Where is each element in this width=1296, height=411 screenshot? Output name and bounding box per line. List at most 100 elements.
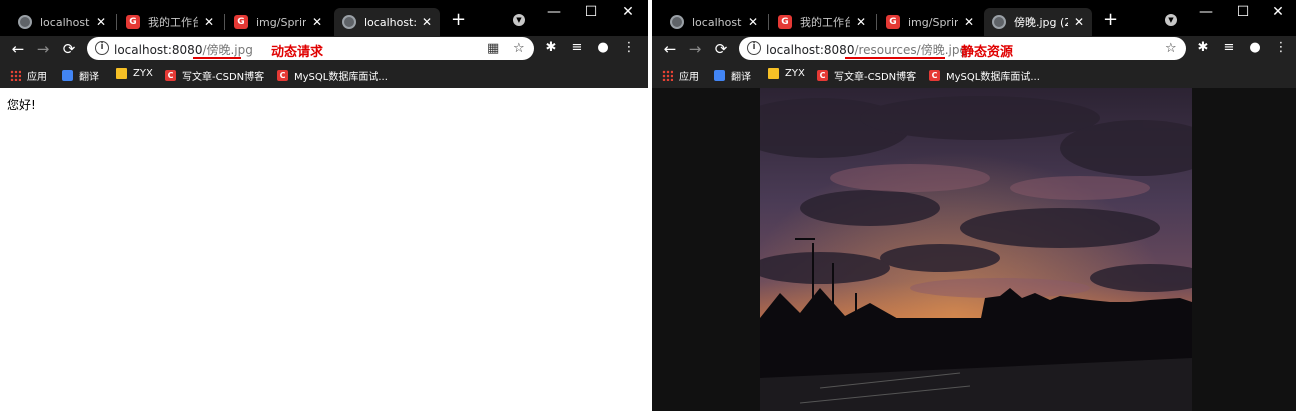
- close-tab-icon[interactable]: ✕: [204, 15, 214, 29]
- translate-icon: [714, 70, 725, 81]
- annotation-underline: [845, 57, 945, 59]
- url-path: /resources/傍晚.jpg: [854, 43, 968, 57]
- tab-title: 傍晚.jpg (21: [1014, 16, 1068, 29]
- bookmark-star-icon[interactable]: ☆: [513, 41, 525, 56]
- bookmark-zyx[interactable]: ZYX: [116, 68, 153, 79]
- bookmark-label: MySQL数据库面试...: [294, 72, 388, 83]
- tab-title: 我的工作台: [800, 16, 850, 29]
- globe-icon: [18, 15, 32, 29]
- profile-avatar-icon[interactable]: ●: [1246, 40, 1264, 55]
- tab-search-icon[interactable]: ▼: [513, 14, 525, 26]
- tab-title: localhost:8080: [692, 15, 742, 29]
- bookmarks-bar: 应用 翻译 ZYX C 写文章-CSDN博客 C MySQL数据库面试...: [652, 62, 1296, 88]
- close-tab-icon[interactable]: ✕: [1074, 15, 1084, 29]
- bookmark-label: ZYX: [133, 68, 153, 79]
- tab-title: localhost:8080: [364, 15, 416, 29]
- apps-icon: [662, 70, 673, 81]
- browser-window-right: localhost:8080 ✕ G 我的工作台 ✕ G img/Spring …: [652, 0, 1296, 411]
- bookmark-csdn-write[interactable]: C 写文章-CSDN博客: [817, 68, 916, 83]
- address-bar[interactable]: i localhost:8080/傍晚.jpg 动态请求 ▦ ☆: [87, 37, 534, 60]
- bookmark-zyx[interactable]: ZYX: [768, 68, 805, 79]
- url-host: localhost:8080: [766, 43, 855, 57]
- apps-icon: [10, 70, 21, 81]
- bookmark-label: MySQL数据库面试...: [946, 72, 1040, 83]
- globe-icon: [992, 15, 1006, 29]
- bookmark-mysql[interactable]: C MySQL数据库面试...: [929, 68, 1040, 83]
- tab-img-spring[interactable]: G img/Spring ✕: [878, 8, 982, 36]
- bookmark-mysql[interactable]: C MySQL数据库面试...: [277, 68, 388, 83]
- tab-workbench[interactable]: G 我的工作台 ✕: [770, 8, 874, 36]
- close-tab-icon[interactable]: ✕: [312, 15, 322, 29]
- reading-list-icon[interactable]: ≡: [568, 40, 586, 55]
- reload-button[interactable]: ⟳: [711, 39, 731, 59]
- close-tab-icon[interactable]: ✕: [856, 15, 866, 29]
- menu-icon[interactable]: ⋮: [620, 40, 638, 55]
- tab-image-active[interactable]: 傍晚.jpg (21 ✕: [984, 8, 1092, 36]
- reading-list-icon[interactable]: ≡: [1220, 40, 1238, 55]
- csdn-icon: C: [165, 70, 176, 81]
- toolbar: ← → ⟳ i localhost:8080/傍晚.jpg 动态请求 ▦ ☆ ✱…: [0, 36, 648, 62]
- bookmark-label: 翻译: [731, 72, 751, 83]
- minimize-button[interactable]: —: [1188, 4, 1224, 20]
- close-tab-icon[interactable]: ✕: [964, 15, 974, 29]
- close-tab-icon[interactable]: ✕: [422, 15, 432, 29]
- gitee-icon: G: [778, 15, 792, 29]
- maximize-button[interactable]: ☐: [573, 4, 609, 20]
- info-icon[interactable]: i: [95, 41, 109, 55]
- close-window-button[interactable]: ✕: [610, 4, 646, 20]
- gitee-icon: G: [886, 15, 900, 29]
- tab-localhost-active[interactable]: localhost:8080 ✕: [334, 8, 440, 36]
- tab-search-icon[interactable]: ▼: [1165, 14, 1177, 26]
- bookmark-label: 写文章-CSDN博客: [834, 72, 917, 83]
- csdn-icon: C: [929, 70, 940, 81]
- close-window-button[interactable]: ✕: [1260, 4, 1296, 20]
- tab-workbench[interactable]: G 我的工作台 ✕: [118, 8, 222, 36]
- extensions-icon[interactable]: ✱: [1194, 40, 1212, 55]
- close-tab-icon[interactable]: ✕: [748, 15, 758, 29]
- bookmark-apps[interactable]: 应用: [662, 68, 699, 83]
- bookmark-apps[interactable]: 应用: [10, 68, 47, 83]
- tab-img-spring[interactable]: G img/Spring ✕: [226, 8, 330, 36]
- profile-avatar-icon[interactable]: ●: [594, 40, 612, 55]
- tab-title: img/Spring: [256, 15, 306, 29]
- qr-code-icon[interactable]: ▦: [487, 41, 499, 56]
- bookmark-label: 应用: [27, 72, 47, 83]
- close-tab-icon[interactable]: ✕: [96, 15, 106, 29]
- reload-button[interactable]: ⟳: [59, 39, 79, 59]
- back-button[interactable]: ←: [660, 39, 680, 59]
- tab-localhost-1[interactable]: localhost:8080 ✕: [10, 8, 114, 36]
- bookmark-translate[interactable]: 翻译: [714, 68, 751, 83]
- info-icon[interactable]: i: [747, 41, 761, 55]
- tab-title: 我的工作台: [148, 16, 198, 29]
- forward-button[interactable]: →: [685, 39, 705, 59]
- gitee-icon: G: [234, 15, 248, 29]
- menu-icon[interactable]: ⋮: [1272, 40, 1290, 55]
- maximize-button[interactable]: ☐: [1225, 4, 1261, 20]
- tab-localhost-1[interactable]: localhost:8080 ✕: [662, 8, 766, 36]
- csdn-icon: C: [277, 70, 288, 81]
- csdn-icon: C: [817, 70, 828, 81]
- globe-icon: [342, 15, 356, 29]
- browser-window-left: localhost:8080 ✕ G 我的工作台 ✕ G img/Spring …: [0, 0, 648, 411]
- new-tab-button[interactable]: +: [1103, 10, 1118, 30]
- annotation-underline: [193, 57, 241, 59]
- forward-button[interactable]: →: [33, 39, 53, 59]
- bookmarks-bar: 应用 翻译 ZYX C 写文章-CSDN博客 C MySQL数据库面试...: [0, 62, 648, 88]
- url-host: localhost:8080: [114, 43, 203, 57]
- bookmark-label: 应用: [679, 72, 699, 83]
- translate-icon: [62, 70, 73, 81]
- minimize-button[interactable]: —: [536, 4, 572, 20]
- bookmark-star-icon[interactable]: ☆: [1165, 41, 1177, 56]
- bookmark-label: ZYX: [785, 68, 805, 79]
- url-path: /傍晚.jpg: [202, 43, 253, 57]
- tab-strip: localhost:8080 ✕ G 我的工作台 ✕ G img/Spring …: [652, 0, 1296, 36]
- bookmark-translate[interactable]: 翻译: [62, 68, 99, 83]
- page-content: 您好!: [0, 88, 648, 411]
- folder-icon: [116, 68, 127, 79]
- folder-icon: [768, 68, 779, 79]
- new-tab-button[interactable]: +: [451, 10, 466, 30]
- extensions-icon[interactable]: ✱: [542, 40, 560, 55]
- back-button[interactable]: ←: [8, 39, 28, 59]
- address-bar[interactable]: i localhost:8080/resources/傍晚.jpg 静态资源 ☆: [739, 37, 1186, 60]
- bookmark-csdn-write[interactable]: C 写文章-CSDN博客: [165, 68, 264, 83]
